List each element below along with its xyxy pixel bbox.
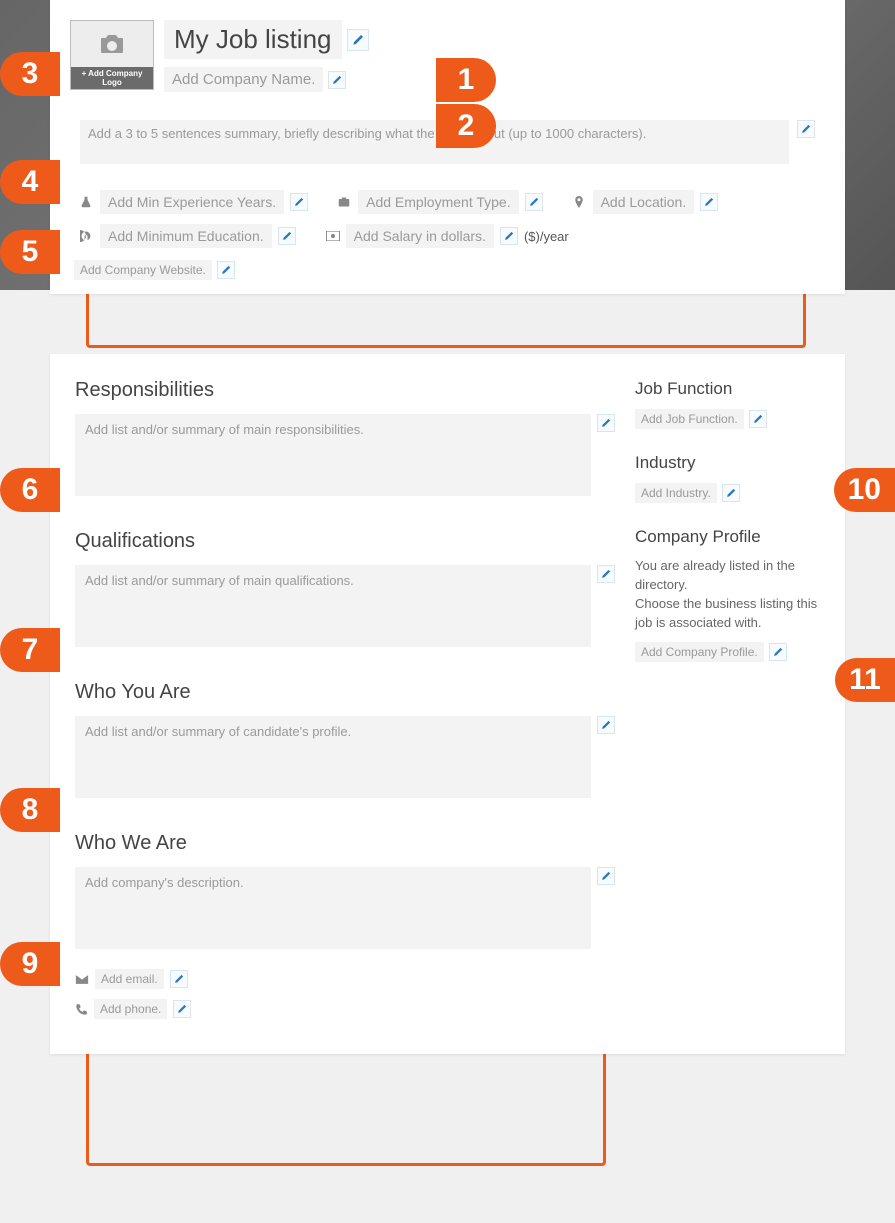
edit-job-function-button[interactable] bbox=[749, 410, 767, 428]
website-input[interactable]: Add Company Website. bbox=[74, 260, 212, 280]
edit-who-we-are-button[interactable] bbox=[597, 867, 615, 885]
edit-responsibilities-button[interactable] bbox=[597, 414, 615, 432]
edit-email-button[interactable] bbox=[170, 970, 188, 988]
edit-who-you-are-button[interactable] bbox=[597, 716, 615, 734]
envelope-icon bbox=[75, 974, 89, 985]
map-pin-icon bbox=[573, 196, 587, 208]
edit-summary-button[interactable] bbox=[797, 120, 815, 138]
edit-website-button[interactable] bbox=[217, 261, 235, 279]
edit-company-name-button[interactable] bbox=[328, 71, 346, 89]
phone-icon bbox=[75, 1003, 88, 1016]
company-profile-heading: Company Profile bbox=[635, 527, 820, 547]
job-function-input[interactable]: Add Job Function. bbox=[635, 409, 744, 429]
who-you-are-heading: Who You Are bbox=[75, 681, 615, 704]
edit-salary-button[interactable] bbox=[500, 227, 518, 245]
edit-phone-button[interactable] bbox=[173, 1000, 191, 1018]
education-icon bbox=[80, 230, 94, 242]
briefcase-icon bbox=[338, 196, 352, 208]
experience-input[interactable]: Add Min Experience Years. bbox=[100, 190, 284, 214]
phone-input[interactable]: Add phone. bbox=[94, 999, 167, 1019]
job-meta-grid: Add Min Experience Years. Add Employment… bbox=[70, 182, 825, 252]
responsibilities-heading: Responsibilities bbox=[75, 379, 615, 402]
edit-company-profile-button[interactable] bbox=[769, 643, 787, 661]
responsibilities-input[interactable]: Add list and/or summary of main responsi… bbox=[75, 414, 591, 496]
industry-heading: Industry bbox=[635, 453, 820, 473]
email-input[interactable]: Add email. bbox=[95, 969, 164, 989]
edit-qualifications-button[interactable] bbox=[597, 565, 615, 583]
who-we-are-heading: Who We Are bbox=[75, 832, 615, 855]
edit-title-button[interactable] bbox=[347, 29, 369, 51]
responsibilities-section: Responsibilities Add list and/or summary… bbox=[75, 379, 615, 496]
edit-employment-type-button[interactable] bbox=[525, 193, 543, 211]
edit-experience-button[interactable] bbox=[290, 193, 308, 211]
company-name-input[interactable]: Add Company Name. bbox=[164, 67, 323, 92]
who-you-are-section: Who You Are Add list and/or summary of c… bbox=[75, 681, 615, 798]
edit-industry-button[interactable] bbox=[722, 484, 740, 502]
industry-input[interactable]: Add Industry. bbox=[635, 483, 717, 503]
job-title-input[interactable]: My Job listing bbox=[164, 20, 342, 59]
who-we-are-section: Who We Are Add company's description. Ad… bbox=[75, 832, 615, 1019]
qualifications-heading: Qualifications bbox=[75, 530, 615, 553]
salary-suffix: ($)/year bbox=[524, 229, 569, 244]
employment-type-input[interactable]: Add Employment Type. bbox=[358, 190, 518, 214]
qualifications-input[interactable]: Add list and/or summary of main qualific… bbox=[75, 565, 591, 647]
education-input[interactable]: Add Minimum Education. bbox=[100, 224, 272, 248]
money-icon bbox=[326, 231, 340, 241]
industry-section: Industry Add Industry. bbox=[635, 453, 820, 503]
edit-education-button[interactable] bbox=[278, 227, 296, 245]
company-profile-section: Company Profile You are already listed i… bbox=[635, 527, 820, 662]
job-summary-input[interactable]: Add a 3 to 5 sentences summary, briefly … bbox=[80, 120, 789, 164]
flask-icon bbox=[80, 196, 94, 208]
job-function-section: Job Function Add Job Function. bbox=[635, 379, 820, 429]
company-profile-desc: You are already listed in the directory.… bbox=[635, 557, 820, 632]
location-input[interactable]: Add Location. bbox=[593, 190, 695, 214]
qualifications-section: Qualifications Add list and/or summary o… bbox=[75, 530, 615, 647]
who-you-are-input[interactable]: Add list and/or summary of candidate's p… bbox=[75, 716, 591, 798]
company-logo-upload[interactable]: + Add Company Logo bbox=[70, 20, 154, 90]
edit-location-button[interactable] bbox=[700, 193, 718, 211]
job-body-card: Responsibilities Add list and/or summary… bbox=[50, 354, 845, 1054]
salary-input[interactable]: Add Salary in dollars. bbox=[346, 224, 494, 248]
camera-icon bbox=[99, 21, 125, 67]
add-logo-label: + Add Company Logo bbox=[71, 67, 153, 89]
who-we-are-input[interactable]: Add company's description. bbox=[75, 867, 591, 949]
company-profile-input[interactable]: Add Company Profile. bbox=[635, 642, 764, 662]
job-function-heading: Job Function bbox=[635, 379, 820, 399]
job-header-card: + Add Company Logo My Job listing Add Co… bbox=[50, 0, 845, 294]
